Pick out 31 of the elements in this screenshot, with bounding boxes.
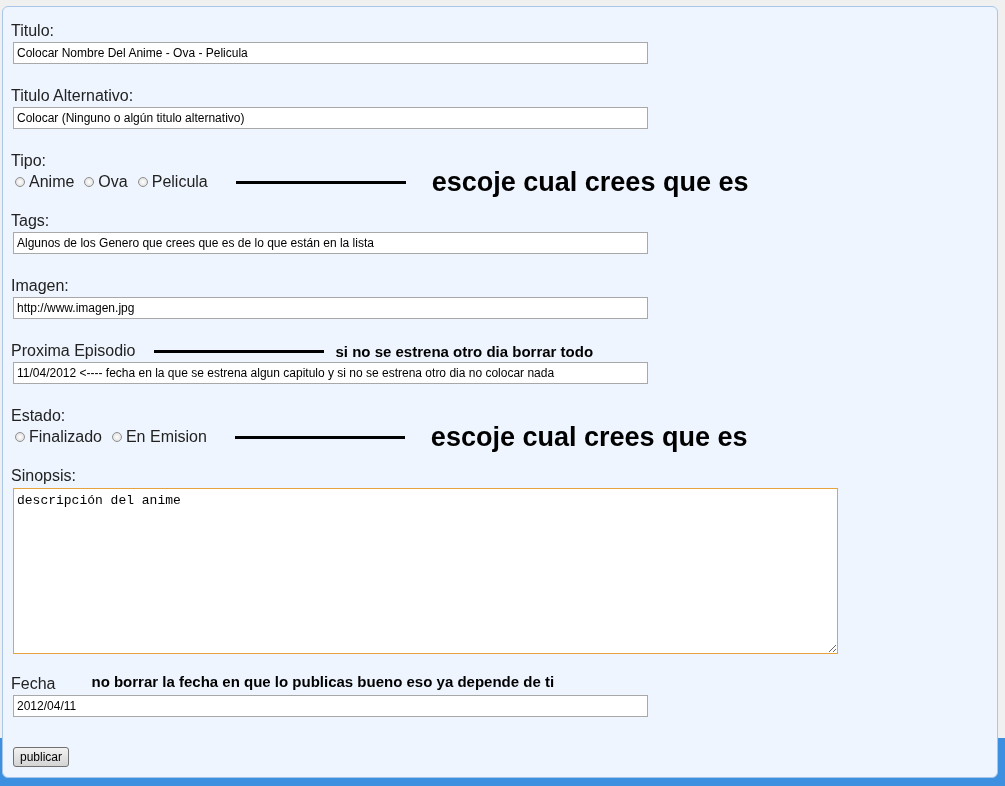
- field-label: Tags:: [11, 212, 50, 230]
- option-label: En Emision: [125, 428, 207, 446]
- text-field[interactable]: Algunos de los Genero que crees que es de lo que están en la lista: [13, 232, 648, 254]
- text-field[interactable]: Colocar Nombre Del Anime - Ova - Pelicula: [13, 42, 648, 64]
- field-label: Imagen:: [11, 277, 69, 295]
- text-field[interactable]: Colocar (Ninguno o algún titulo alternativo): [13, 107, 648, 129]
- field-label: Fecha: [11, 675, 56, 693]
- field-label: Titulo:: [11, 22, 54, 40]
- text-field[interactable]: 2012/04/11: [13, 695, 648, 717]
- radio-button[interactable]: [15, 177, 25, 187]
- field-label: Sinopsis:: [11, 467, 76, 485]
- radio-button[interactable]: [137, 177, 148, 187]
- option-label: Pelicula: [151, 173, 208, 191]
- option-label: Anime: [29, 173, 75, 191]
- option-label: Ova: [98, 173, 128, 191]
- field-label: Estado:: [11, 407, 66, 425]
- field-label: Titulo Alternativo:: [11, 87, 134, 105]
- annotation-text: no borrar la fecha en que lo publicas bueno eso ya depende de ti: [91, 672, 555, 690]
- radio-button[interactable]: [84, 177, 95, 187]
- annotation-text: escoje cual crees que es: [430, 421, 748, 453]
- text-field[interactable]: 11/04/2012 <---- fecha en la que se estrena algun capitulo y si no se estrena otro dia no colocar nada: [13, 362, 648, 384]
- annotation-text: escoje cual crees que es: [431, 166, 749, 198]
- radio-button[interactable]: [15, 432, 25, 442]
- radio-button[interactable]: [111, 432, 122, 442]
- field-label: Proxima Episodio: [11, 342, 136, 360]
- text-field[interactable]: http://www.imagen.jpg: [13, 297, 648, 319]
- option-label: Finalizado: [29, 428, 102, 446]
- annotation-text: si no se estrena otro dia borrar todo: [335, 342, 594, 360]
- text-area[interactable]: descripción del anime: [13, 488, 838, 654]
- publish-button[interactable]: publicar: [13, 747, 70, 767]
- field-label: Tipo:: [11, 152, 46, 170]
